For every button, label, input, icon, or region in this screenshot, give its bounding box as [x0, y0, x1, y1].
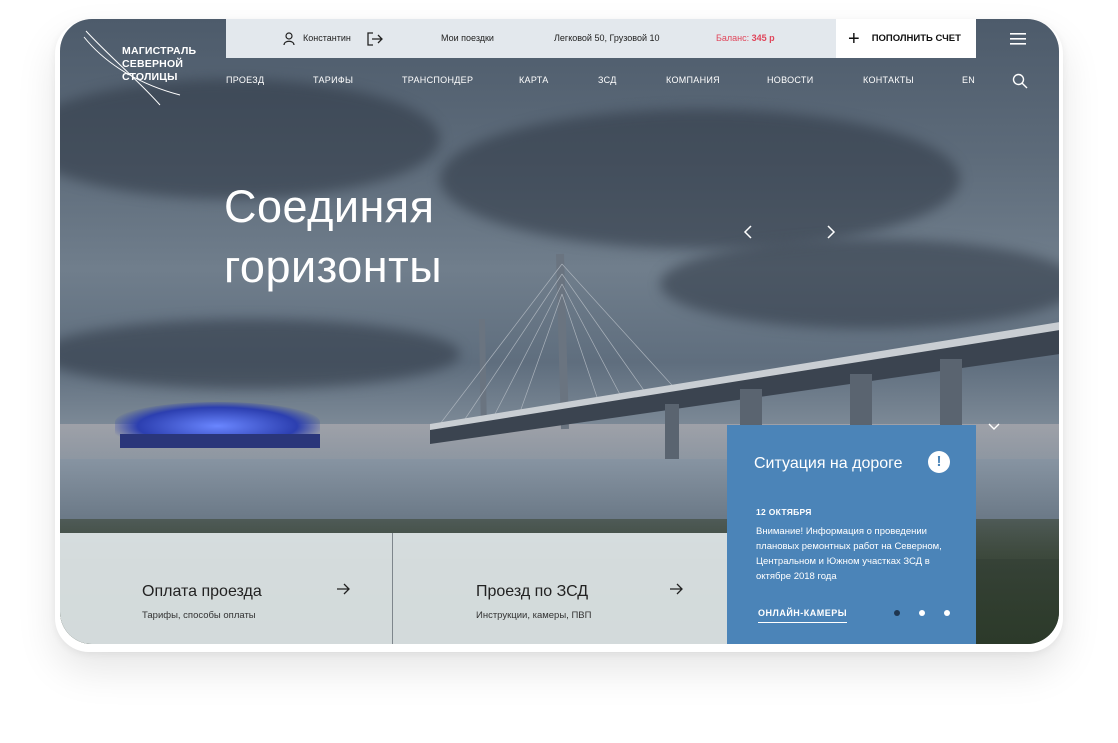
card-zsd-subtitle: Инструкции, камеры, ПВП — [476, 610, 592, 621]
chevron-left-icon[interactable] — [743, 224, 753, 245]
card-payment-subtitle: Тарифы, способы оплаты — [142, 610, 256, 621]
topup-button[interactable]: + ПОПОЛНИТЬ СЧЕТ — [836, 19, 976, 58]
account-bar: Константин Мои поездки Легковой 50, Груз… — [226, 19, 836, 58]
hero-title-line-2: горизонты — [224, 241, 443, 292]
logout-icon[interactable] — [366, 31, 384, 47]
cloud — [60, 319, 460, 389]
site-screen: МАГИСТРАЛЬ СЕВЕРНОЙ СТОЛИЦЫ Константин М… — [60, 19, 1059, 644]
exclamation-icon: ! — [928, 451, 950, 473]
card-zsd-title: Проезд по ЗСД — [476, 583, 589, 600]
cloud — [440, 109, 960, 249]
my-trips-link[interactable]: Мои поездки — [441, 19, 494, 58]
stadium-base — [120, 434, 320, 448]
user-name-link[interactable]: Константин — [303, 19, 351, 58]
logo[interactable]: МАГИСТРАЛЬ СЕВЕРНОЙ СТОЛИЦЫ — [80, 27, 230, 106]
chevron-right-icon[interactable] — [826, 224, 836, 245]
online-cameras-link[interactable]: ОНЛАЙН-КАМЕРЫ — [758, 608, 848, 623]
slider-dot-2[interactable] — [919, 610, 925, 616]
nav-item-company[interactable]: КОМПАНИЯ — [666, 75, 720, 85]
road-situation-title: Ситуация на дороге — [754, 455, 903, 472]
user-icon[interactable] — [283, 32, 295, 46]
vehicles-info[interactable]: Легковой 50, Грузовой 10 — [554, 19, 660, 58]
plus-icon: + — [848, 27, 860, 50]
logo-line-1: МАГИСТРАЛЬ — [122, 45, 197, 57]
language-switch[interactable]: EN — [962, 75, 975, 85]
road-situation-message[interactable]: Внимание! Информация о проведении планов… — [756, 524, 956, 584]
road-situation-date: 12 ОКТЯБРЯ — [756, 507, 812, 517]
nav-item-proezd[interactable]: ПРОЕЗД — [226, 75, 264, 85]
topup-label: ПОПОЛНИТЬ СЧЕТ — [871, 33, 961, 44]
chevron-down-icon[interactable] — [988, 420, 1000, 434]
nav-item-zsd[interactable]: ЗСД — [598, 75, 617, 85]
nav-item-tariffs[interactable]: ТАРИФЫ — [313, 75, 353, 85]
nav-item-map[interactable]: КАРТА — [519, 75, 549, 85]
slider-dot-1[interactable] — [894, 610, 900, 616]
search-icon[interactable] — [1012, 73, 1028, 94]
road-situation-panel: Ситуация на дороге ! 12 ОКТЯБРЯ Внимание… — [727, 425, 976, 644]
hero-title-line-1: Соединяя — [224, 181, 435, 232]
nav-item-news[interactable]: НОВОСТИ — [767, 75, 813, 85]
nav-item-contacts[interactable]: КОНТАКТЫ — [863, 75, 914, 85]
arrow-right-icon — [670, 582, 684, 600]
slider-dot-3[interactable] — [944, 610, 950, 616]
card-zsd[interactable]: Проезд по ЗСД Инструкции, камеры, ПВП — [393, 533, 727, 644]
balance-info[interactable]: Баланс: 345 р — [716, 19, 775, 58]
hero-title: Соединяя горизонты — [224, 177, 442, 297]
balance-label: Баланс: — [716, 33, 750, 43]
nav-item-transponder[interactable]: ТРАНСПОНДЕР — [402, 75, 473, 85]
logo-text: МАГИСТРАЛЬ СЕВЕРНОЙ СТОЛИЦЫ — [122, 45, 230, 84]
logo-line-2: СЕВЕРНОЙ СТОЛИЦЫ — [122, 58, 184, 83]
hamburger-menu-icon[interactable] — [976, 19, 1059, 58]
arrow-right-icon — [337, 582, 351, 600]
balance-value: 345 р — [751, 33, 775, 43]
card-payment-title: Оплата проезда — [142, 583, 262, 600]
card-payment[interactable]: Оплата проезда Тарифы, способы оплаты — [60, 533, 392, 644]
